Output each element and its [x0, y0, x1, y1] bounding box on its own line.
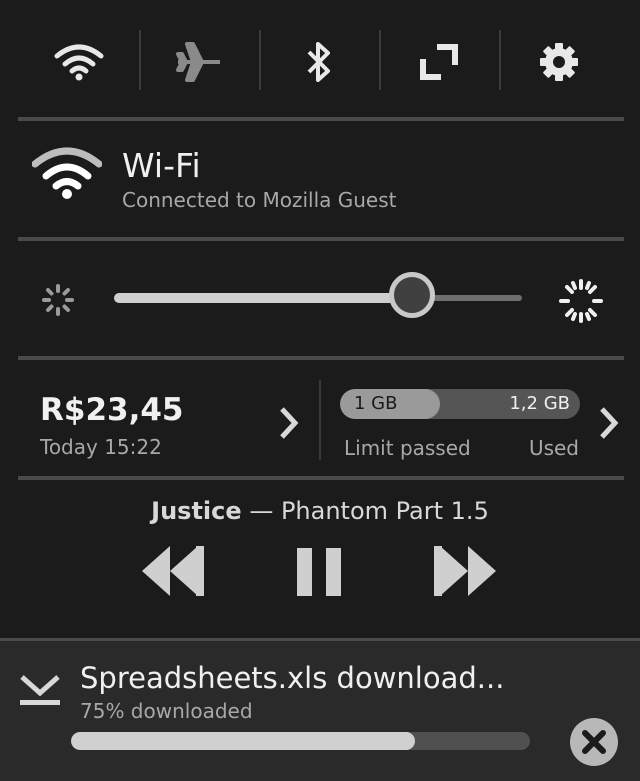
cost-widget[interactable]: R$23,45 Today 15:22 [18, 362, 318, 474]
chevron-right-icon [280, 407, 299, 439]
media-artist: Justice [151, 497, 242, 525]
data-used-label: 1,2 GB [509, 393, 570, 414]
separator [18, 117, 624, 121]
cost-time: Today 15:22 [40, 435, 162, 459]
wifi-title: Wi-Fi [122, 146, 201, 185]
separator [18, 476, 624, 480]
cancel-download-button[interactable] [570, 718, 618, 766]
data-limit-status: Limit passed [344, 436, 471, 460]
data-used-caption: Used [528, 436, 579, 460]
data-usage-bar: 1 GB 1,2 GB [340, 389, 580, 419]
close-icon [582, 730, 606, 754]
cost-amount: R$23,45 [40, 392, 184, 428]
download-notification[interactable]: Spreadsheets.xls download... 75% downloa… [0, 638, 640, 781]
settings-icon [540, 43, 578, 81]
brightness-fill [114, 293, 412, 303]
rewind-button[interactable] [140, 544, 204, 598]
media-track: Phantom Part 1.5 [280, 497, 489, 525]
bluetooth-icon [307, 42, 330, 82]
download-title: Spreadsheets.xls download... [80, 661, 505, 695]
fast-forward-button[interactable] [434, 544, 498, 598]
chevron-right-icon [600, 407, 619, 439]
separator [18, 237, 624, 241]
rotation-lock-icon [420, 44, 458, 80]
cost-data-divider [319, 380, 321, 460]
data-limit-label: 1 GB [354, 393, 398, 414]
brightness-high-icon [559, 279, 603, 323]
download-status: 75% downloaded [80, 699, 253, 723]
brightness-low-icon [42, 284, 74, 316]
wifi-row[interactable]: Wi-Fi Connected to Mozilla Guest [18, 124, 624, 236]
media-separator: — [249, 497, 274, 525]
brightness-slider-thumb[interactable] [388, 272, 435, 318]
wifi-icon [54, 44, 104, 81]
bluetooth-toggle[interactable] [259, 30, 379, 94]
airplane-icon [176, 42, 220, 82]
now-playing: Justice — Phantom Part 1.5 [0, 497, 640, 525]
separator [18, 356, 624, 360]
download-progress-bar [71, 732, 530, 750]
data-usage-widget[interactable]: 1 GB 1,2 GB Limit passed Used [322, 362, 624, 474]
download-progress-fill [71, 732, 416, 750]
settings-button[interactable] [499, 30, 619, 94]
pause-button[interactable] [297, 548, 341, 596]
download-icon [20, 675, 60, 705]
airplane-mode-toggle[interactable] [139, 30, 259, 94]
wifi-signal-icon [32, 147, 102, 199]
wifi-toggle[interactable] [19, 30, 139, 94]
wifi-status: Connected to Mozilla Guest [122, 188, 397, 212]
rotation-lock-toggle[interactable] [379, 30, 499, 94]
